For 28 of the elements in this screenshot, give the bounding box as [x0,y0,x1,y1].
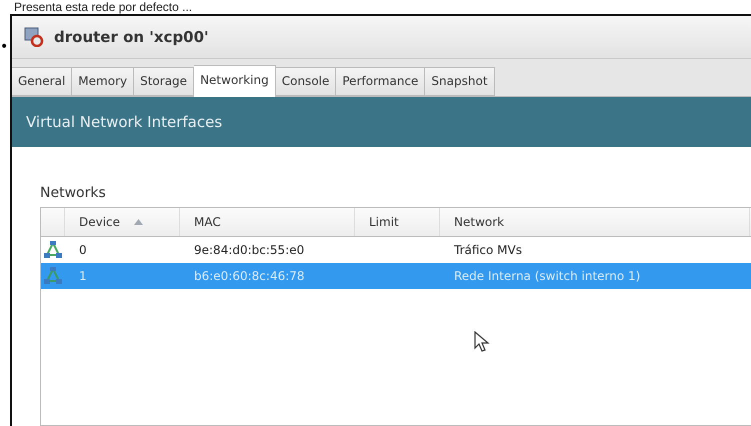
window-title: drouter on 'xcp00' [54,28,209,46]
vm-icon [24,27,44,47]
sort-ascending-icon [134,219,144,225]
tab[interactable]: Console [276,67,336,96]
table-cell-text: b6:e0:60:8c:46:78 [193,269,306,283]
table-cell-text: 9e:84:d0:bc:55:e0 [193,243,306,257]
caption-text: Presenta esta rede por defecto ... [13,0,194,14]
table-cell-text: Tráfico MVs [453,243,523,257]
table-cell-text: 1 [78,269,88,283]
bullet-mark: • [0,40,10,54]
column-header[interactable]: MAC [180,208,355,236]
table-row[interactable]: 0 9e:84:d0:bc:55:e0 Tráfico MVs [41,237,751,263]
banner-title: Virtual Network Interfaces [26,113,222,131]
tab[interactable]: Networking [194,65,276,97]
tab[interactable]: Storage [134,67,194,96]
tab[interactable]: General [12,67,72,96]
tab[interactable]: Memory [72,67,134,96]
tab[interactable]: Performance [336,67,426,96]
column-header[interactable]: Network [440,208,750,236]
table-cell-text: Rede Interna (switch interno 1) [453,269,642,283]
section-heading: Networks [40,185,107,201]
network-icon [43,266,63,286]
network-icon [43,240,63,260]
mouse-pointer-icon [474,331,490,353]
column-header[interactable]: Limit [355,208,440,236]
column-header[interactable]: Device [65,208,180,236]
table-cell-text: 0 [78,243,88,257]
tab[interactable]: Snapshot [425,67,495,96]
